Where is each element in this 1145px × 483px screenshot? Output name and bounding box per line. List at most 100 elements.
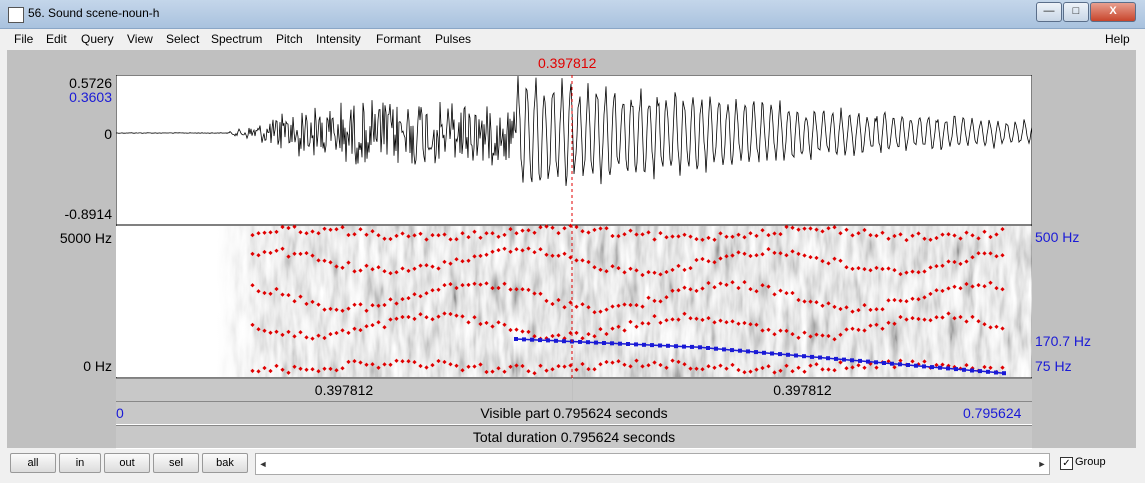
total-duration-bar[interactable]: Total duration 0.795624 seconds: [116, 425, 1032, 449]
pitch-point: [706, 346, 710, 350]
pitch-point: [826, 356, 830, 361]
menu-spectrum[interactable]: Spectrum: [211, 32, 262, 46]
pitch-point: [882, 361, 886, 365]
pitch-point: [634, 342, 638, 347]
waveform-cursor-amp-label: 0.3603: [69, 89, 112, 105]
spectrogram-bottom-freq-label: 0 Hz: [83, 358, 112, 374]
pitch-point: [770, 351, 774, 356]
pitch-point: [746, 349, 750, 354]
signal-display[interactable]: [116, 75, 1032, 378]
pitch-point: [514, 337, 518, 341]
minimize-button[interactable]: —: [1036, 2, 1062, 22]
pitch-point: [674, 344, 678, 349]
pitch-point: [658, 343, 662, 348]
pitch-point: [962, 367, 966, 372]
pitch-point: [610, 341, 614, 346]
menu-file[interactable]: File: [14, 32, 33, 46]
pitch-point: [754, 350, 758, 355]
bottom-toolbar: all in out sel bak ◄ ► ✓ Group: [0, 449, 1145, 483]
visible-end-label: 0.795624: [963, 405, 1022, 421]
right-segment-bar[interactable]: 0.397812: [573, 378, 1032, 402]
pitch-point: [834, 356, 838, 361]
horizontal-scrollbar[interactable]: ◄ ►: [255, 453, 1050, 475]
close-button[interactable]: X: [1090, 2, 1136, 22]
zoom-in-button[interactable]: in: [59, 453, 101, 473]
pitch-point: [522, 337, 526, 342]
pitch-point: [1002, 371, 1006, 376]
pitch-point: [978, 369, 982, 374]
pitch-point: [578, 339, 582, 344]
waveform-zero-label: 0: [104, 126, 112, 142]
title-bar: 56. Sound scene-noun-h — □ X: [0, 0, 1145, 29]
pitch-point: [874, 360, 878, 365]
scroll-right-icon[interactable]: ►: [1035, 454, 1049, 474]
pitch-point: [994, 370, 998, 375]
group-label: Group: [1075, 456, 1106, 468]
zoom-back-button[interactable]: bak: [202, 453, 248, 473]
pitch-cursor-label: 170.7 Hz: [1035, 333, 1092, 349]
pitch-point: [642, 342, 646, 347]
menu-query[interactable]: Query: [81, 32, 114, 46]
pitch-point: [738, 348, 742, 353]
maximize-button[interactable]: □: [1063, 2, 1089, 22]
pitch-point: [858, 358, 862, 363]
pitch-point: [554, 338, 558, 343]
menu-bar: File Edit Query View Select Spectrum Pit…: [0, 29, 1145, 49]
menu-help[interactable]: Help: [1105, 32, 1130, 46]
pitch-point: [794, 353, 798, 358]
pitch-point: [954, 367, 958, 372]
pitch-point: [690, 344, 694, 349]
menu-pitch[interactable]: Pitch: [276, 32, 303, 46]
menu-formant[interactable]: Formant: [376, 32, 421, 46]
pitch-top-label: 500 Hz: [1035, 229, 1080, 245]
visible-start-label: 0: [116, 405, 124, 421]
waveform-panel[interactable]: [116, 75, 1032, 226]
menu-edit[interactable]: Edit: [46, 32, 67, 46]
left-segment-bar[interactable]: 0.397812: [116, 378, 572, 402]
pitch-point: [922, 364, 926, 369]
pitch-point: [970, 368, 974, 373]
pitch-point: [722, 347, 726, 352]
pitch-point: [810, 354, 814, 359]
pitch-point: [818, 355, 822, 360]
pitch-point: [594, 340, 598, 345]
pitch-point: [602, 341, 606, 345]
group-checkbox[interactable]: ✓: [1060, 457, 1073, 470]
menu-pulses[interactable]: Pulses: [435, 32, 471, 46]
pitch-point: [938, 365, 942, 370]
left-segment-duration: 0.397812: [314, 382, 374, 398]
scroll-left-icon[interactable]: ◄: [256, 454, 270, 474]
visible-part-bar[interactable]: Visible part 0.795624 seconds: [116, 401, 1032, 425]
right-segment-duration: 0.397812: [773, 382, 832, 398]
spectrogram-panel[interactable]: [116, 223, 1032, 378]
total-duration-text: Total duration 0.795624 seconds: [472, 429, 676, 445]
pitch-point: [682, 344, 686, 349]
pitch-point: [802, 354, 806, 359]
pitch-point: [946, 366, 950, 371]
visible-part-text: Visible part 0.795624 seconds: [480, 405, 668, 421]
pitch-point: [762, 350, 766, 355]
pitch-point: [546, 338, 550, 343]
pitch-bottom-label: 75 Hz: [1035, 358, 1072, 374]
zoom-all-button[interactable]: all: [10, 453, 56, 473]
pitch-point: [914, 363, 918, 368]
pitch-point: [698, 345, 702, 350]
pitch-point: [906, 363, 910, 367]
pitch-point: [850, 358, 854, 363]
menu-view[interactable]: View: [127, 32, 153, 46]
pitch-point: [930, 365, 934, 370]
zoom-out-button[interactable]: out: [104, 453, 150, 473]
cursor-time-label: 0.397812: [538, 55, 597, 71]
waveform-min-label: -0.8914: [64, 206, 112, 222]
pitch-point: [714, 346, 718, 351]
pitch-point: [842, 357, 846, 362]
pitch-point: [562, 339, 566, 344]
pitch-point: [890, 361, 894, 366]
window-title: 56. Sound scene-noun-h: [28, 6, 160, 20]
menu-intensity[interactable]: Intensity: [316, 32, 361, 46]
pitch-point: [786, 352, 790, 357]
pitch-point: [666, 343, 670, 348]
zoom-sel-button[interactable]: sel: [153, 453, 199, 473]
menu-select[interactable]: Select: [166, 32, 199, 46]
pitch-point: [986, 369, 990, 374]
